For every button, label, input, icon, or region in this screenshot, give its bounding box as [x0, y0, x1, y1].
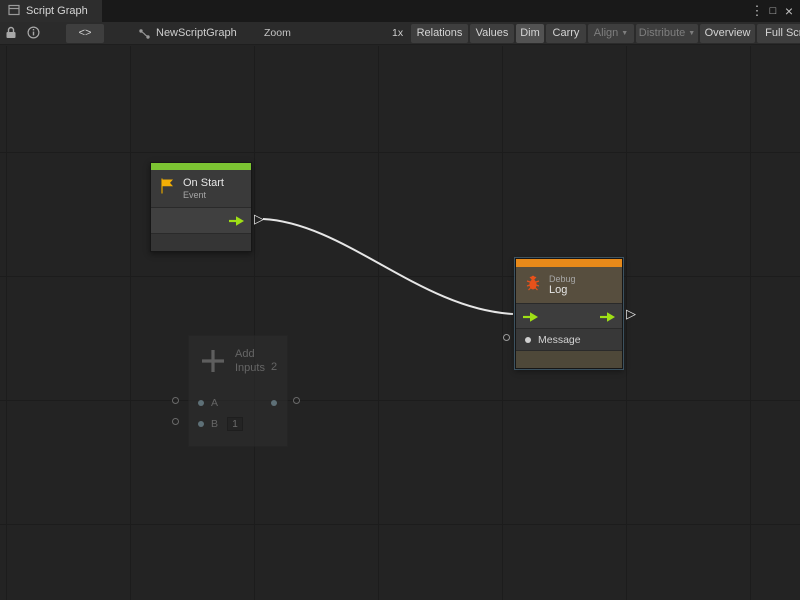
input-port-a[interactable] [198, 400, 204, 406]
port-connect-ring-icon[interactable] [172, 418, 179, 425]
trigger-input-port[interactable] [522, 311, 539, 323]
flag-icon [159, 177, 176, 200]
node-subtitle: Event [183, 190, 224, 200]
port-connect-ring-icon[interactable] [172, 397, 179, 404]
chevron-down-icon: ▼ [688, 30, 695, 37]
info-icon[interactable] [27, 26, 40, 39]
message-connect-ring-icon[interactable] [503, 334, 510, 341]
plus-icon [199, 347, 227, 380]
message-input-port[interactable] [525, 337, 531, 343]
graph-canvas[interactable]: On Start Event ▷ [0, 46, 800, 600]
fullscreen-button[interactable]: Full Screen [757, 24, 800, 43]
relations-button[interactable]: Relations [411, 24, 468, 43]
input-row-a: A [189, 394, 287, 412]
debug-log-node[interactable]: Debug Log Message [515, 258, 623, 369]
add-inputs-node-preview[interactable]: Add Inputs 2 A B 1 [188, 335, 288, 447]
graph-file-icon [138, 28, 151, 40]
code-view-button[interactable]: <> [66, 24, 104, 43]
node-title: On Start [183, 177, 224, 190]
connection-wire[interactable] [263, 219, 513, 314]
node-kind: Debug [549, 274, 576, 284]
input-port-b[interactable] [198, 421, 204, 427]
zoom-label: Zoom [264, 27, 291, 39]
overview-button[interactable]: Overview [700, 24, 755, 43]
event-node-header [151, 163, 251, 170]
graph-name[interactable]: NewScriptGraph [156, 27, 237, 39]
trigger-output-port[interactable] [228, 215, 245, 227]
trigger-connect-arrow-icon[interactable]: ▷ [626, 306, 636, 321]
on-start-node[interactable]: On Start Event [150, 162, 252, 252]
maximize-icon[interactable]: □ [765, 5, 781, 17]
input-label-b: B [211, 418, 218, 430]
inputs-count: 2 [271, 361, 277, 373]
window-controls: ⋮ □ × [749, 0, 800, 22]
trigger-output-port[interactable] [599, 311, 616, 323]
values-button[interactable]: Values [470, 24, 514, 43]
wire-layer [0, 46, 800, 600]
title-bar: Script Graph ⋮ □ × [0, 0, 800, 22]
script-graph-window: Script Graph ⋮ □ × <> NewScriptGraph Zoo… [0, 0, 800, 600]
lock-icon[interactable] [5, 26, 17, 39]
tab-script-graph[interactable]: Script Graph [0, 0, 102, 22]
code-icon: <> [79, 27, 92, 39]
kebab-menu-icon[interactable]: ⋮ [749, 3, 765, 19]
distribute-label: Distribute [639, 27, 685, 39]
zoom-value: 1x [392, 27, 403, 39]
align-label: Align [594, 27, 618, 39]
bug-icon [524, 273, 542, 297]
tab-label: Script Graph [26, 5, 88, 17]
distribute-button[interactable]: Distribute▼ [636, 24, 698, 43]
node-title: Log [549, 284, 576, 297]
add-label: Add [235, 348, 255, 360]
script-graph-icon [8, 4, 20, 19]
dim-button[interactable]: Dim [516, 24, 544, 43]
input-value-b[interactable]: 1 [227, 417, 243, 431]
carry-button[interactable]: Carry [546, 24, 586, 43]
inputs-label: Inputs [235, 362, 265, 374]
message-port-label: Message [538, 334, 581, 346]
chevron-down-icon: ▼ [621, 30, 628, 37]
output-port[interactable] [271, 400, 277, 406]
debug-node-header [516, 259, 622, 267]
close-icon[interactable]: × [781, 3, 797, 19]
graph-toolbar: <> NewScriptGraph Zoom 1x Relations Valu… [0, 22, 800, 45]
input-row-b: B 1 [189, 415, 287, 433]
port-connect-ring-icon[interactable] [293, 397, 300, 404]
align-button[interactable]: Align▼ [588, 24, 634, 43]
input-label-a: A [211, 397, 218, 409]
trigger-connect-arrow-icon[interactable]: ▷ [254, 211, 264, 226]
